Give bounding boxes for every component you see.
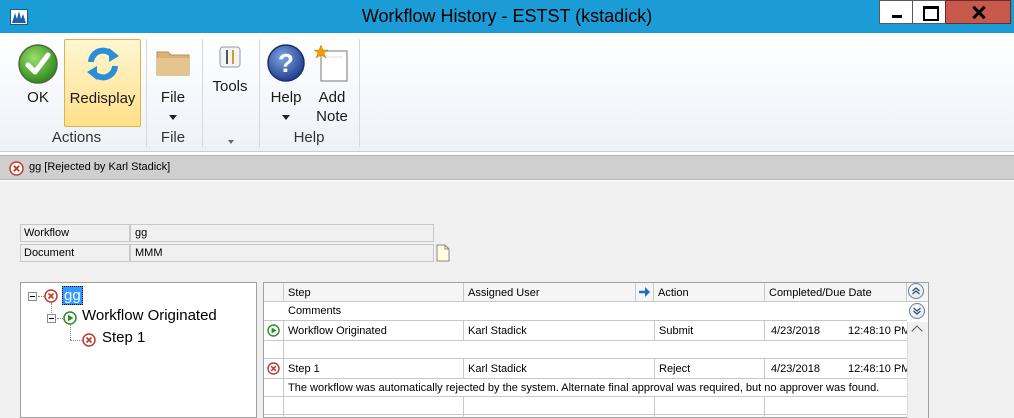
document-note-icon[interactable] <box>435 244 451 262</box>
help-group-label: Help <box>293 129 325 146</box>
tools-icon <box>218 45 242 73</box>
grid-header-action[interactable]: Action <box>654 283 765 302</box>
svg-text:?: ? <box>278 48 294 78</box>
collapse-node-icon[interactable] <box>47 314 56 323</box>
checkmark-icon <box>17 43 59 89</box>
arrow-right-icon <box>639 287 650 297</box>
row2-assigned-user[interactable]: Karl Stadick <box>468 363 527 375</box>
file-menu-button[interactable]: File <box>150 39 196 127</box>
tools-label: Tools <box>212 78 248 95</box>
tree-node-step-1[interactable]: Step 1 <box>102 329 145 346</box>
grid-header-completed-due-date[interactable]: Completed/Due Date <box>765 283 907 302</box>
tools-menu-button[interactable]: Tools <box>206 39 254 127</box>
workflow-label: Workflow <box>20 224 130 242</box>
refresh-icon <box>83 44 123 88</box>
document-label: Document <box>20 244 130 262</box>
file-group-label: File <box>160 129 186 146</box>
dropdown-arrow-icon <box>169 115 177 120</box>
collapse-all-icon[interactable] <box>908 283 924 299</box>
grid-column-line <box>764 396 765 418</box>
actions-group-label: Actions <box>51 129 102 146</box>
tree-line <box>70 325 71 340</box>
tree-line <box>70 340 82 341</box>
title-bar: Workflow History - ESTST (kstadick) <box>0 0 1014 33</box>
tree-node-originated[interactable]: Workflow Originated <box>82 307 217 324</box>
redisplay-label: Redisplay <box>69 90 136 107</box>
grid-header-assigned-user[interactable]: Assigned User <box>464 283 636 302</box>
ribbon-separator <box>259 39 260 147</box>
row2-comment: The workflow was automatically rejected … <box>288 382 880 394</box>
grid-column-line <box>654 396 655 418</box>
window-title: Workflow History - ESTST (kstadick) <box>361 6 653 26</box>
grid-column-line <box>654 320 655 340</box>
folder-icon <box>155 43 191 83</box>
document-value: MMM <box>130 244 434 262</box>
close-button[interactable] <box>945 0 1011 24</box>
file-label: File <box>160 89 186 106</box>
scroll-up-icon[interactable] <box>908 322 928 339</box>
redisplay-button[interactable]: Redisplay <box>64 39 141 127</box>
grid-header-arrow-col <box>636 283 654 302</box>
grid-column-line <box>764 320 765 340</box>
grid-vertical-scrollbar[interactable] <box>907 322 928 418</box>
grid-column-line <box>463 396 464 418</box>
workflow-tree: gg Workflow Originated Step 1 <box>20 282 257 418</box>
rejected-icon <box>267 362 280 378</box>
status-message-bar: gg [Rejected by Karl Stadick] <box>0 155 1014 180</box>
grid-header-icon-col <box>264 283 284 302</box>
row2-date[interactable]: 4/23/2018 <box>771 363 820 375</box>
collapse-root-icon[interactable] <box>28 292 37 301</box>
ribbon-separator <box>202 39 203 147</box>
grid-divider <box>264 378 907 379</box>
add-note-button[interactable]: Add Note <box>309 39 355 127</box>
content-area: Workflow gg Document MMM gg Workflow Ori… <box>0 181 1014 418</box>
row1-time[interactable]: 12:48:10 PM <box>848 325 910 337</box>
ribbon-separator <box>146 39 147 147</box>
grid-column-line <box>463 358 464 378</box>
help-label: Help <box>270 89 302 106</box>
row1-assigned-user[interactable]: Karl Stadick <box>468 325 527 337</box>
grid-divider <box>264 414 907 415</box>
workflow-value: gg <box>130 224 434 242</box>
add-note-label-line2: Note <box>316 108 348 125</box>
note-icon <box>313 43 351 87</box>
grid-header-step[interactable]: Step <box>284 283 464 302</box>
add-note-label: Add Note <box>309 88 355 126</box>
grid-divider <box>264 340 907 341</box>
row2-time[interactable]: 12:48:10 PM <box>848 363 910 375</box>
maximize-button[interactable] <box>912 0 946 24</box>
status-message: gg [Rejected by Karl Stadick] <box>29 161 171 173</box>
ok-button[interactable]: OK <box>12 39 64 127</box>
tools-group-dropdown-icon[interactable] <box>228 140 234 144</box>
row1-date[interactable]: 4/23/2018 <box>771 325 820 337</box>
rejected-icon <box>82 333 96 350</box>
ok-label: OK <box>27 89 49 106</box>
grid-column-line <box>463 320 464 340</box>
minimize-button[interactable] <box>879 0 913 24</box>
grid-divider <box>264 320 907 321</box>
grid-column-line <box>654 358 655 378</box>
originated-icon <box>267 324 280 340</box>
row2-action[interactable]: Reject <box>659 363 690 375</box>
rejected-icon <box>9 161 24 179</box>
help-icon: ? <box>266 43 306 87</box>
ribbon: OK Redisplay Actions File File Tools ? H… <box>0 33 1014 152</box>
grid-header-corner <box>907 283 928 302</box>
help-menu-button[interactable]: ? Help <box>263 39 309 127</box>
dropdown-arrow-icon <box>282 115 290 120</box>
history-grid: Step Assigned User Action Completed/Due … <box>263 282 929 418</box>
add-note-label-line1: Add <box>318 89 346 106</box>
grid-column-line <box>283 320 284 418</box>
grid-header-comments: Comments <box>288 305 342 317</box>
grid-divider <box>264 358 907 359</box>
ribbon-separator <box>359 39 360 147</box>
row1-action[interactable]: Submit <box>659 325 693 337</box>
row2-step[interactable]: Step 1 <box>288 363 320 375</box>
tree-node-root[interactable]: gg <box>62 286 83 305</box>
row1-step[interactable]: Workflow Originated <box>288 325 387 337</box>
grid-column-line <box>764 358 765 378</box>
expand-all-icon[interactable] <box>909 303 925 319</box>
grid-divider <box>264 396 907 397</box>
